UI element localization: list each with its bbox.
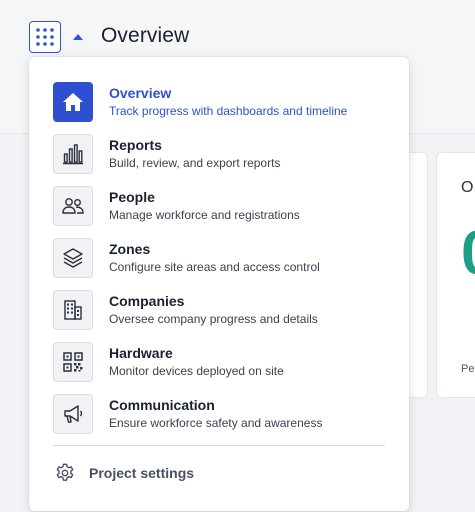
apps-menu-button[interactable]	[29, 21, 61, 53]
layers-icon	[53, 238, 93, 278]
menu-item-title: People	[109, 189, 155, 205]
bar-chart-icon	[53, 134, 93, 174]
menu-item-description: Monitor devices deployed on site	[109, 364, 284, 378]
navigation-dropdown: Overview Track progress with dashboards …	[29, 57, 409, 511]
menu-item-reports[interactable]: Reports Build, review, and export report…	[53, 133, 393, 175]
menu-item-title: Hardware	[109, 345, 173, 361]
menu-item-title: Reports	[109, 137, 162, 153]
card-label: O	[461, 179, 474, 196]
menu-item-zones[interactable]: Zones Configure site areas and access co…	[53, 237, 393, 279]
gear-icon	[53, 461, 77, 485]
qr-code-icon	[53, 342, 93, 382]
project-settings-link[interactable]: Project settings	[53, 461, 253, 485]
menu-item-description: Ensure workforce safety and awareness	[109, 416, 323, 430]
menu-item-title: Communication	[109, 397, 215, 413]
menu-item-title: Companies	[109, 293, 185, 309]
menu-item-description: Build, review, and export reports	[109, 156, 281, 170]
menu-item-communication[interactable]: Communication Ensure workforce safety an…	[53, 393, 393, 435]
menu-divider	[53, 445, 385, 446]
menu-item-hardware[interactable]: Hardware Monitor devices deployed on sit…	[53, 341, 393, 383]
menu-item-description: Manage workforce and registrations	[109, 208, 300, 222]
project-settings-label: Project settings	[89, 465, 195, 481]
menu-item-title: Overview	[109, 85, 172, 101]
menu-item-people[interactable]: People Manage workforce and registration…	[53, 185, 393, 227]
card-value: 0	[461, 223, 475, 285]
page-title: Overview	[101, 24, 190, 47]
menu-item-title: Zones	[109, 241, 151, 257]
megaphone-icon	[53, 394, 93, 434]
menu-item-description: Oversee company progress and details	[109, 312, 318, 326]
menu-item-description: Configure site areas and access control	[109, 260, 320, 274]
menu-item-description: Track progress with dashboards and timel…	[109, 104, 348, 118]
menu-item-overview[interactable]: Overview Track progress with dashboards …	[53, 81, 393, 123]
card-footer: Pe	[461, 363, 475, 375]
grid-dots-icon	[36, 28, 54, 46]
menu-item-companies[interactable]: Companies Oversee company progress and d…	[53, 289, 393, 331]
building-icon	[53, 290, 93, 330]
home-icon	[53, 82, 93, 122]
caret-up-icon[interactable]	[72, 32, 84, 42]
dashboard-card: O 0 Pe	[436, 152, 475, 398]
people-icon	[53, 186, 93, 226]
